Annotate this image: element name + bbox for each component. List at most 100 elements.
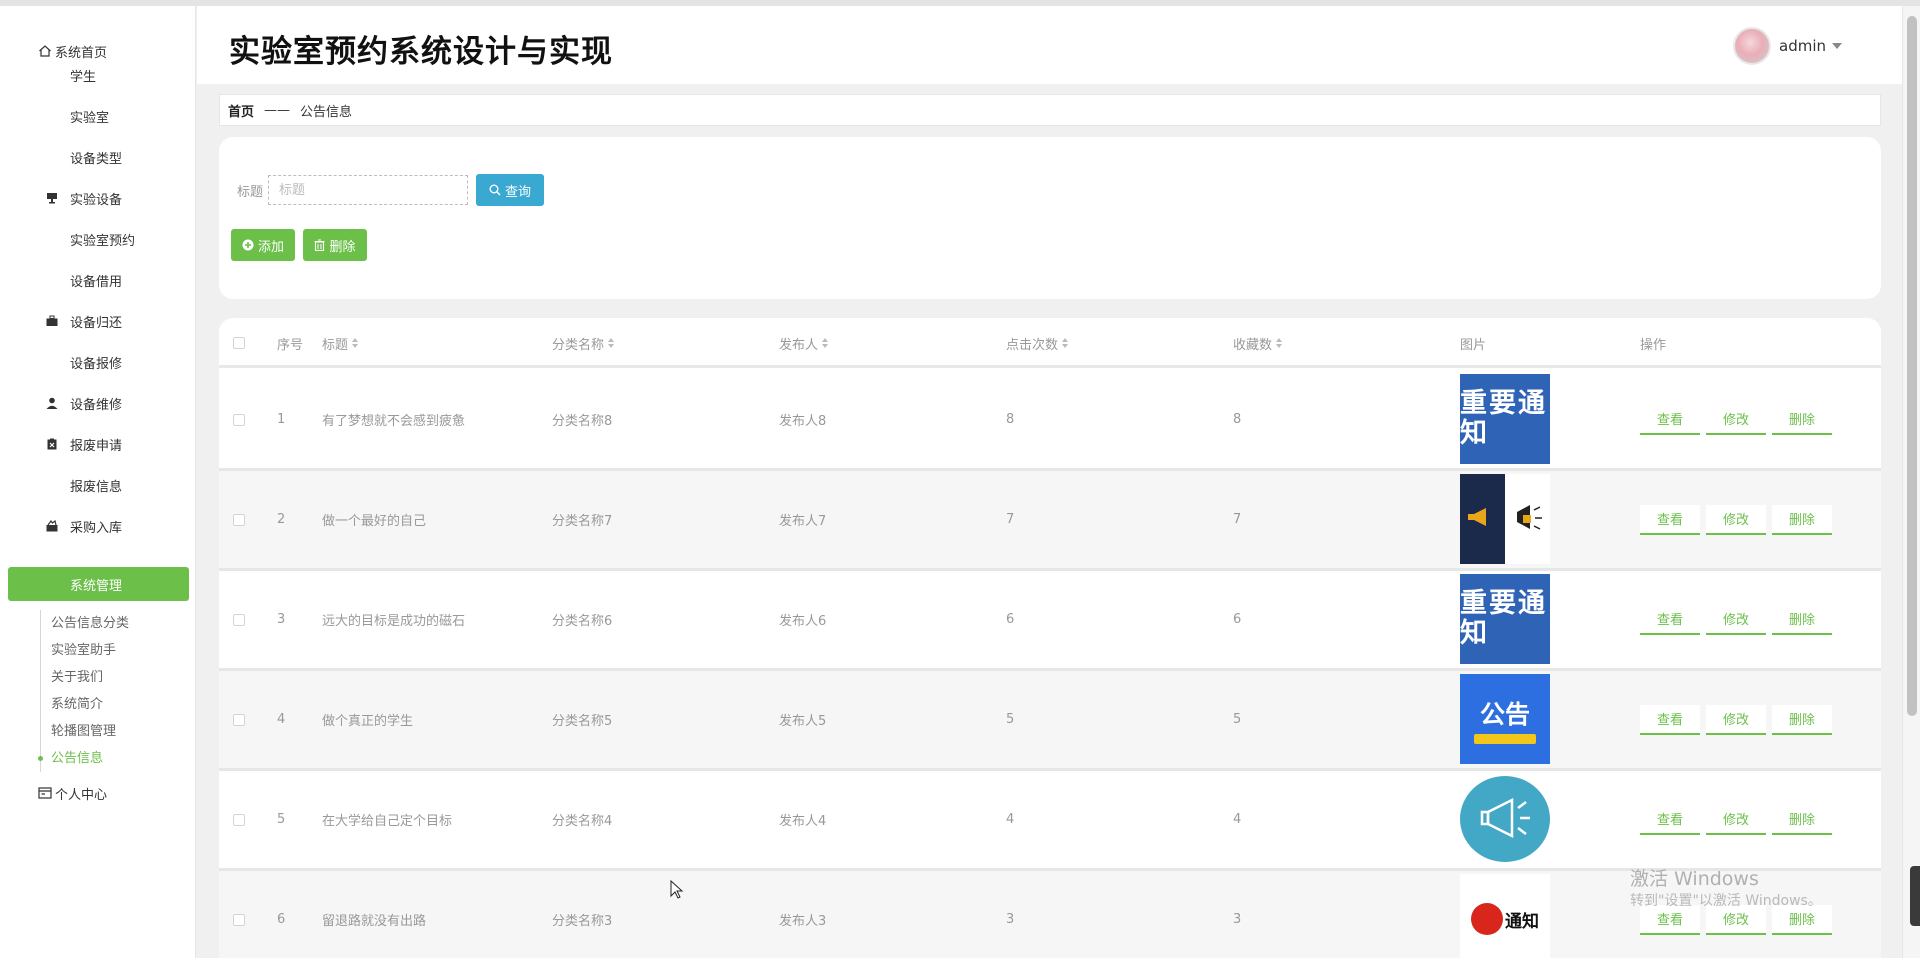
- submenu-item-carousel[interactable]: 轮播图管理: [41, 718, 190, 745]
- grid-icon: [46, 578, 58, 590]
- sort-icon[interactable]: [1062, 338, 1069, 348]
- username[interactable]: admin: [1779, 37, 1826, 55]
- sidebar-item-purchase-stock[interactable]: 采购入库: [8, 509, 189, 543]
- user-menu[interactable]: admin: [1733, 26, 1842, 66]
- search-input[interactable]: [268, 175, 468, 205]
- row-checkbox[interactable]: [233, 371, 245, 468]
- cell-publisher: 发布人7: [779, 514, 827, 529]
- row-actions: 查看 修改 删除: [1640, 671, 1832, 768]
- cell-favorites: 8: [1233, 412, 1242, 427]
- row-actions: 查看 修改 删除: [1640, 571, 1832, 668]
- row-checkbox[interactable]: [233, 471, 245, 568]
- row-actions: 查看 修改 删除: [1640, 771, 1832, 868]
- sort-icon[interactable]: [822, 338, 829, 348]
- row-delete-button[interactable]: 删除: [1772, 804, 1832, 835]
- query-button[interactable]: 查询: [476, 174, 544, 206]
- sidebar-item-device-type[interactable]: 设备类型: [8, 140, 189, 174]
- column-header-clicks[interactable]: 点击次数: [1006, 318, 1069, 368]
- plus-circle-icon: [242, 239, 254, 251]
- cell-image: 通知: [1460, 871, 1550, 958]
- submenu-item-lab-assistant[interactable]: 实验室助手: [41, 637, 190, 664]
- nav-personal-center[interactable]: 个人中心: [38, 778, 107, 808]
- edit-button[interactable]: 修改: [1706, 504, 1766, 535]
- caret-down-icon[interactable]: [1832, 43, 1842, 49]
- row-delete-button[interactable]: 删除: [1772, 404, 1832, 435]
- table-row: 2 做一个最好的自己 分类名称7 发布人7 7 7 查看 修改 删除: [219, 471, 1881, 571]
- sort-icon[interactable]: [352, 338, 359, 348]
- view-button[interactable]: 查看: [1640, 804, 1700, 835]
- sort-icon[interactable]: [1276, 338, 1283, 348]
- add-button[interactable]: 添加: [231, 229, 295, 261]
- sidebar-item-scrap-apply[interactable]: 报废申请: [8, 427, 189, 461]
- cell-title: 做一个最好的自己: [322, 514, 427, 529]
- edit-button[interactable]: 修改: [1706, 604, 1766, 635]
- cell-publisher: 发布人5: [779, 714, 827, 729]
- notice-logo-thumbnail: 通知: [1460, 874, 1550, 958]
- row-checkbox[interactable]: [233, 671, 245, 768]
- delete-button[interactable]: 删除: [303, 229, 367, 261]
- notice-table: 序号 标题 分类名称 发布人 点击次数 收藏数 图片 操作 1 有了梦想就不会感…: [219, 318, 1881, 958]
- row-delete-button[interactable]: 删除: [1772, 704, 1832, 735]
- sidebar-item-label: 报废信息: [70, 479, 123, 495]
- column-header-title[interactable]: 标题: [322, 318, 359, 368]
- sort-icon[interactable]: [608, 338, 615, 348]
- cell-publisher: 发布人4: [779, 814, 827, 829]
- submenu-item-system-intro[interactable]: 系统简介: [41, 691, 190, 718]
- breadcrumb-home[interactable]: 首页: [228, 101, 254, 120]
- page-scrollbar[interactable]: [1902, 6, 1920, 958]
- sidebar: 系统首页 学生 实验室 设备类型 实验设备 实验室预约 设备借用 设备归还 设备…: [0, 6, 196, 958]
- view-button[interactable]: 查看: [1640, 404, 1700, 435]
- grid-icon: [46, 233, 58, 245]
- sidebar-item-device-borrow[interactable]: 设备借用: [8, 263, 189, 297]
- avatar[interactable]: [1733, 27, 1771, 65]
- column-header-favorites[interactable]: 收藏数: [1233, 318, 1283, 368]
- select-all-checkbox[interactable]: [233, 318, 245, 368]
- side-widget[interactable]: [1910, 866, 1920, 926]
- cell-clicks: 6: [1006, 612, 1015, 627]
- sidebar-item-device-repair-report[interactable]: 设备报修: [8, 345, 189, 379]
- sidebar-item-label: 设备类型: [70, 151, 123, 167]
- row-delete-button[interactable]: 删除: [1772, 504, 1832, 535]
- cell-clicks: 3: [1006, 912, 1015, 927]
- notice-thumbnail: 重要通知: [1460, 374, 1550, 464]
- column-header-publisher[interactable]: 发布人: [779, 318, 829, 368]
- sidebar-item-label: 实验室预约: [70, 233, 136, 249]
- cell-favorites: 3: [1233, 912, 1242, 927]
- grid-icon: [46, 151, 58, 163]
- sidebar-item-device-maintenance[interactable]: 设备维修: [8, 386, 189, 420]
- edit-button[interactable]: 修改: [1706, 804, 1766, 835]
- cell-category: 分类名称8: [552, 414, 613, 429]
- cell-clicks: 5: [1006, 712, 1015, 727]
- submenu-item-notice-category[interactable]: 公告信息分类: [41, 610, 190, 637]
- sidebar-item-device-return[interactable]: 设备归还: [8, 304, 189, 338]
- sidebar-item-lab[interactable]: 实验室: [8, 99, 189, 133]
- view-button[interactable]: 查看: [1640, 704, 1700, 735]
- column-header-category[interactable]: 分类名称: [552, 318, 615, 368]
- query-button-label: 查询: [504, 184, 531, 200]
- column-header-actions: 操作: [1640, 337, 1667, 353]
- edit-button[interactable]: 修改: [1706, 704, 1766, 735]
- row-checkbox[interactable]: [233, 871, 245, 958]
- row-checkbox[interactable]: [233, 571, 245, 668]
- search-label: 标题: [237, 185, 264, 200]
- row-checkbox[interactable]: [233, 771, 245, 868]
- view-button[interactable]: 查看: [1640, 504, 1700, 535]
- view-button[interactable]: 查看: [1640, 604, 1700, 635]
- system-submenu: 公告信息分类 实验室助手 关于我们 系统简介 轮播图管理 公告信息: [38, 610, 190, 772]
- edit-button[interactable]: 修改: [1706, 404, 1766, 435]
- sidebar-item-lab-device[interactable]: 实验设备: [8, 181, 189, 215]
- grid-icon: [46, 479, 58, 491]
- cell-image: 重要通知: [1460, 571, 1550, 668]
- sidebar-item-lab-reservation[interactable]: 实验室预约: [8, 222, 189, 256]
- column-header-image: 图片: [1460, 337, 1487, 353]
- sidebar-item-student[interactable]: 学生: [8, 58, 189, 92]
- submenu-item-notice-info[interactable]: 公告信息: [38, 745, 190, 772]
- sidebar-item-label: 学生: [70, 69, 97, 85]
- sidebar-item-system-management[interactable]: 系统管理: [8, 567, 189, 601]
- sidebar-item-scrap-info[interactable]: 报废信息: [8, 468, 189, 502]
- scrollbar-thumb[interactable]: [1907, 16, 1917, 716]
- header: 实验室预约系统设计与实现 admin: [197, 6, 1902, 84]
- row-delete-button[interactable]: 删除: [1772, 604, 1832, 635]
- submenu-item-about-us[interactable]: 关于我们: [41, 664, 190, 691]
- cell-clicks: 7: [1006, 512, 1015, 527]
